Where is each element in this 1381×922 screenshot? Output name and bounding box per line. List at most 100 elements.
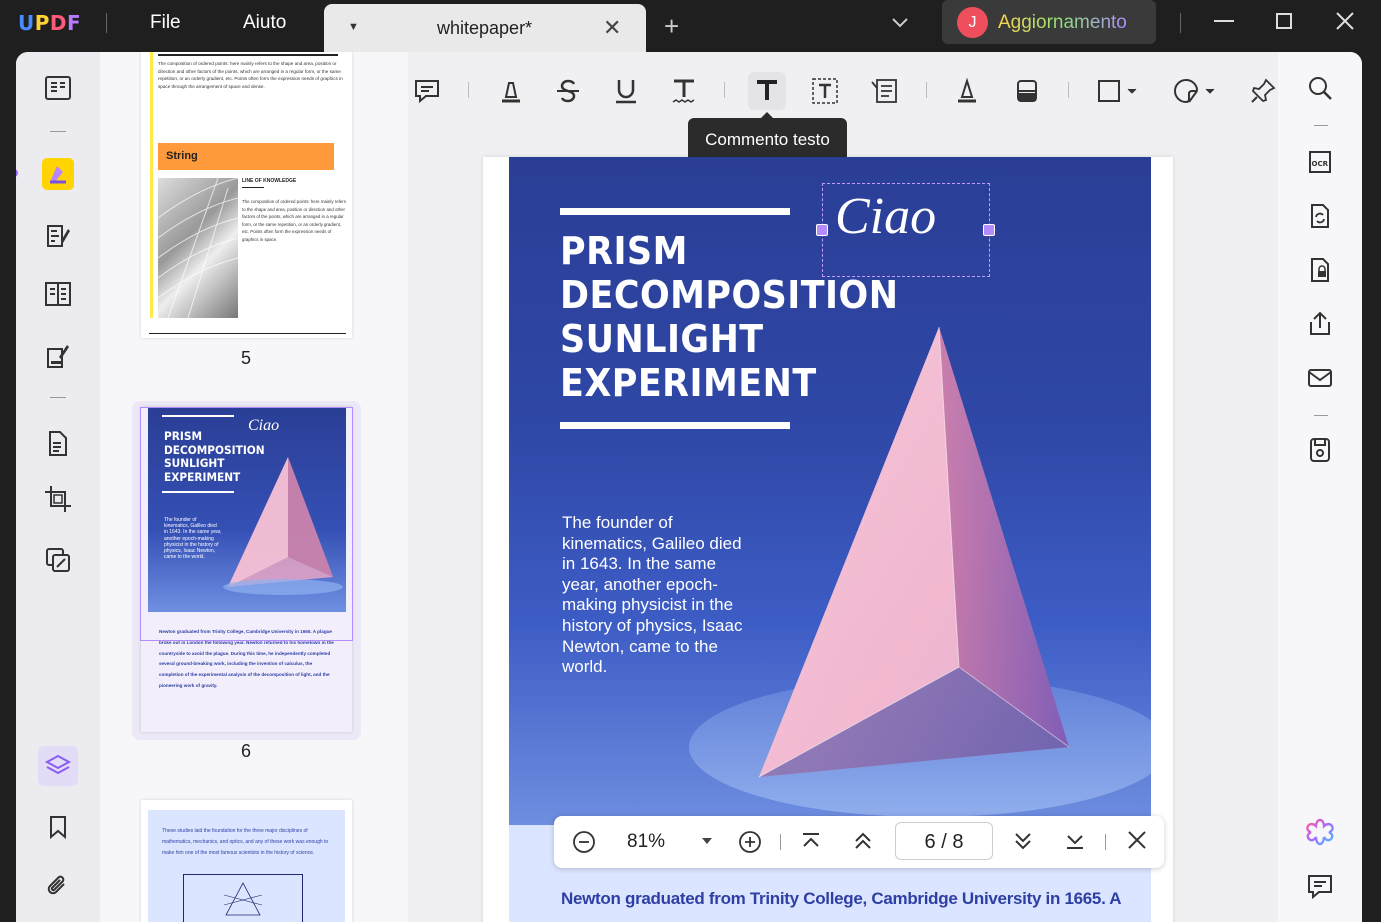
pin-tool[interactable] — [1244, 72, 1282, 110]
zoom-out-icon[interactable] — [571, 829, 597, 855]
page-indicator[interactable]: 6 / 8 — [895, 822, 993, 860]
document-tab[interactable]: ▼ whitepaper* ✕ — [324, 4, 646, 52]
text-annotation-ciao[interactable]: Ciao — [835, 187, 936, 246]
save-icon[interactable] — [1300, 430, 1340, 470]
resize-handle-left[interactable] — [816, 224, 828, 236]
rail-divider — [50, 131, 66, 132]
thumb7-text: These studies laid the foundation for th… — [162, 828, 329, 856]
thumbnail-page-7[interactable]: These studies laid the foundation for th… — [141, 800, 352, 922]
ai-assistant-icon[interactable] — [1300, 812, 1340, 852]
page-organize-icon[interactable] — [38, 274, 78, 314]
text-box-icon — [812, 78, 838, 104]
pencil-tool[interactable] — [948, 72, 986, 110]
text-callout-tool[interactable] — [865, 72, 903, 110]
previous-page-icon[interactable] — [851, 829, 875, 853]
thumb5-intro-text: The composition of ordered points: here … — [158, 61, 343, 89]
thumb5-heading: LINE OF KNOWLEDGE — [242, 178, 297, 184]
fill-sign-icon[interactable] — [38, 336, 78, 376]
right-tool-rail: OCR — [1278, 52, 1362, 922]
title-line-2: DECOMPOSITION — [560, 273, 899, 317]
pdf-page: PRISM DECOMPOSITION SUNLIGHT EXPERIMENT … — [483, 157, 1173, 922]
resize-handle-right[interactable] — [983, 224, 995, 236]
minimize-icon[interactable] — [1213, 10, 1235, 32]
sticker-tool[interactable] — [1170, 72, 1220, 110]
close-window-icon[interactable] — [1334, 10, 1356, 32]
layers-icon[interactable] — [38, 746, 78, 786]
document-work-area: Commento testo PRISM DECOMPOSITION SUNLI… — [408, 52, 1278, 922]
bookmark-icon[interactable] — [38, 807, 78, 847]
tabs-chevron-down-icon[interactable] — [890, 12, 910, 32]
left-tool-rail — [16, 52, 100, 922]
attachment-icon[interactable] — [38, 866, 78, 906]
sticky-note-icon — [415, 80, 439, 104]
title-divider — [1180, 13, 1181, 33]
share-icon[interactable] — [1300, 304, 1340, 344]
underline-tool[interactable] — [607, 72, 645, 110]
pencil-icon — [958, 77, 976, 103]
underline-icon — [616, 80, 636, 104]
convert-pdf-icon[interactable] — [1300, 196, 1340, 236]
thumb5-body-text: The composition of ordered points: here … — [242, 199, 346, 242]
cover-image: PRISM DECOMPOSITION SUNLIGHT EXPERIMENT … — [509, 157, 1151, 825]
menu-aiuto[interactable]: Aiuto — [243, 12, 286, 34]
first-page-icon[interactable] — [799, 829, 823, 853]
squiggly-tool[interactable] — [665, 72, 703, 110]
new-tab-icon[interactable]: + — [664, 13, 679, 39]
page-tools-icon[interactable] — [38, 540, 78, 580]
last-page-icon[interactable] — [1063, 829, 1087, 853]
app-body: The composition of ordered points: here … — [16, 52, 1362, 922]
zoom-navigation-bar: 81% 6 / 8 — [554, 816, 1164, 868]
callout-icon — [871, 79, 897, 103]
text-box-tool[interactable] — [806, 72, 844, 110]
title-bar: UPDF File Aiuto ▼ whitepaper* ✕ + J Aggi… — [0, 0, 1381, 52]
rail-divider — [50, 397, 66, 398]
svg-text:OCR: OCR — [1312, 160, 1329, 168]
convert-icon[interactable] — [38, 424, 78, 464]
edit-pdf-icon[interactable] — [38, 216, 78, 256]
crop-icon[interactable] — [38, 479, 78, 519]
tab-close-icon[interactable]: ✕ — [603, 15, 621, 41]
lower-text: Newton graduated from Trinity College, C… — [561, 889, 1122, 908]
text-comment-icon — [757, 80, 777, 100]
highlighter-icon — [502, 82, 520, 103]
text-comment-tool[interactable] — [748, 72, 786, 110]
highlight-tool[interactable] — [492, 72, 530, 110]
close-zoom-bar-icon[interactable] — [1126, 829, 1148, 851]
title-top-rule — [560, 208, 790, 215]
rectangle-shape-icon — [1098, 80, 1137, 102]
thumb5-architecture-image — [157, 177, 239, 319]
next-page-icon[interactable] — [1011, 829, 1035, 853]
search-icon[interactable] — [1300, 68, 1340, 108]
sticky-note-tool[interactable] — [408, 72, 446, 110]
protect-pdf-icon[interactable] — [1300, 250, 1340, 290]
reader-icon[interactable] — [38, 68, 78, 108]
comment-mode-icon[interactable] — [38, 154, 78, 194]
pin-icon — [1251, 78, 1276, 103]
shape-tool[interactable] — [1092, 72, 1148, 110]
thumbnail-panel: The composition of ordered points: here … — [100, 52, 408, 922]
squiggly-text-icon — [672, 79, 695, 103]
eraser-tool[interactable] — [1008, 72, 1046, 110]
strikethrough-tool[interactable] — [549, 72, 587, 110]
zoom-in-icon[interactable] — [737, 829, 763, 855]
thumbnail-page-5[interactable]: The composition of ordered points: here … — [141, 52, 352, 338]
thumb5-tag: String — [158, 143, 334, 170]
zoom-dropdown-icon[interactable] — [700, 836, 714, 848]
thumb7-diagram — [183, 874, 303, 922]
tab-dropdown-icon[interactable]: ▼ — [348, 21, 359, 33]
maximize-icon[interactable] — [1275, 10, 1295, 32]
menu-file[interactable]: File — [150, 12, 181, 34]
zoom-percent[interactable]: 81% — [627, 831, 665, 853]
comments-list-icon[interactable] — [1300, 866, 1340, 906]
thumbnail-viewport-indicator — [140, 407, 353, 641]
avatar[interactable]: J — [957, 7, 988, 38]
ocr-icon[interactable]: OCR — [1300, 142, 1340, 182]
email-icon[interactable] — [1300, 358, 1340, 398]
tab-title: whitepaper* — [437, 18, 533, 38]
eraser-icon — [1017, 80, 1037, 102]
title-bottom-rule — [560, 422, 790, 429]
update-button[interactable]: J Aggiornamento — [942, 0, 1156, 44]
title-line-3: SUNLIGHT — [560, 317, 764, 361]
title-line-4: EXPERIMENT — [560, 361, 817, 405]
sticker-icon — [1174, 78, 1215, 104]
